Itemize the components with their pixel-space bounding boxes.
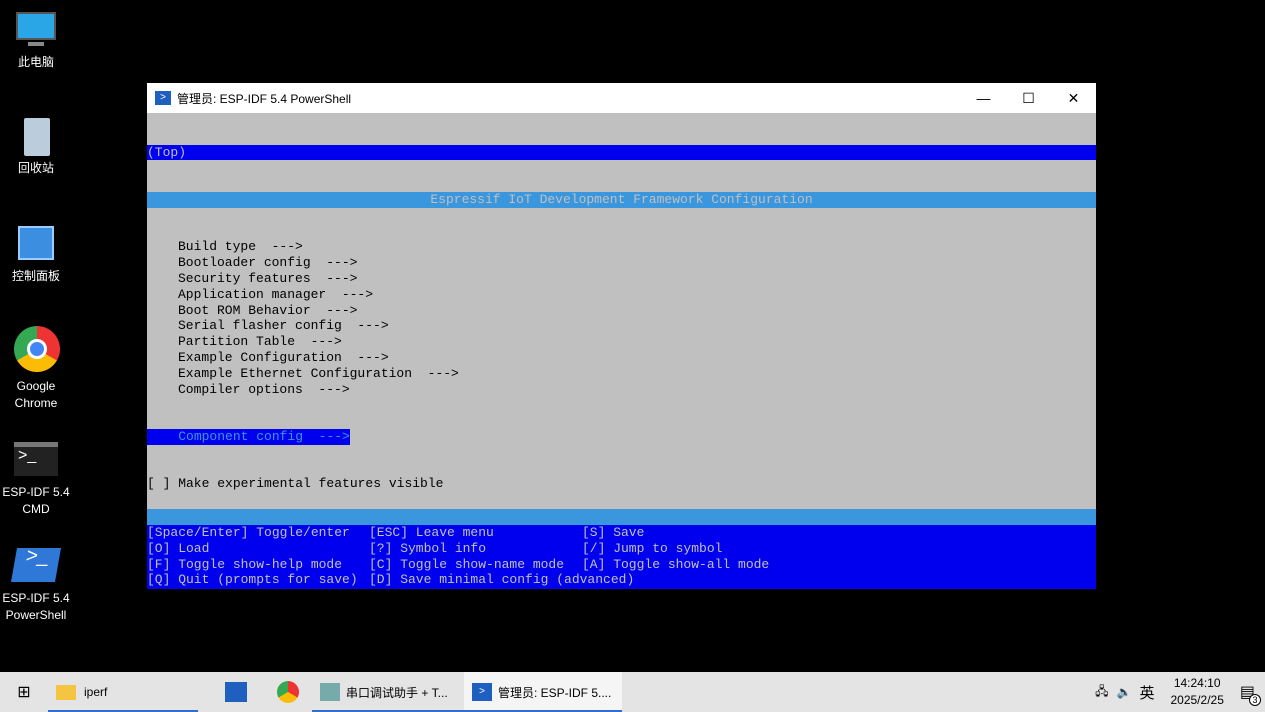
label: Google Chrome	[14, 379, 58, 410]
help-entry: [?] Symbol info	[369, 540, 487, 556]
help-entry: [F] Toggle show-help mode	[147, 556, 343, 572]
cmd-icon: >_	[14, 440, 58, 480]
help-panel: [Space/Enter] Toggle/enter [ESC] Leave me…	[147, 525, 1096, 589]
chrome-icon	[14, 326, 60, 374]
powershell-window: > 管理员: ESP-IDF 5.4 PowerShell — ☐ ✕ (Top…	[147, 83, 1096, 589]
taskbar-item-iperf[interactable]: iperf	[48, 672, 198, 712]
title-bar: > 管理员: ESP-IDF 5.4 PowerShell — ☐ ✕	[147, 83, 1096, 113]
help-entry: [Space/Enter] Toggle/enter	[147, 525, 350, 540]
desktop-icon-control-panel[interactable]: 控制面板	[0, 224, 72, 285]
menu-item-selected[interactable]: Component config --->	[147, 428, 350, 445]
help-entry: [C] Toggle show-name mode	[369, 556, 565, 572]
menu-item[interactable]: Bootloader config --->	[147, 255, 1096, 271]
ime-indicator[interactable]: 英	[1139, 682, 1154, 703]
label: ESP-IDF 5.4 PowerShell	[2, 591, 70, 622]
desktop-icon-computer[interactable]: 此电脑	[0, 10, 72, 71]
help-entry: [A] Toggle show-all mode	[582, 556, 770, 572]
menu-item-selected-row[interactable]: Component config --->	[147, 428, 1096, 445]
chrome-icon	[277, 681, 299, 703]
windows-icon: ⊞	[17, 684, 31, 701]
recycle-bin-icon	[14, 116, 58, 156]
time: 14:24:10	[1173, 676, 1221, 690]
menu-item[interactable]: Partition Table --->	[147, 334, 1096, 350]
menu-item[interactable]: Build type --->	[147, 239, 1096, 255]
label: iperf	[84, 685, 108, 699]
label: 回收站	[17, 161, 54, 175]
help-entry: [Q] Quit (prompts for save)	[147, 572, 358, 588]
help-entry: [D] Save minimal config (advanced)	[369, 572, 635, 588]
menu-item[interactable]: Boot ROM Behavior --->	[147, 303, 1096, 319]
menuconfig-terminal[interactable]: (Top) Espressif IoT Development Framewor…	[147, 113, 1096, 589]
taskbar-item-serial-tool[interactable]: 串口调试助手 + T...	[312, 672, 464, 712]
help-entry: [S] Save	[582, 525, 645, 540]
desktop-icon-chrome[interactable]: Google Chrome	[0, 326, 72, 412]
taskbar-chrome[interactable]	[264, 672, 312, 712]
powershell-icon: >	[155, 91, 171, 105]
computer-icon	[14, 10, 58, 50]
store-icon	[225, 682, 247, 702]
help-entry: [/] Jump to symbol	[582, 540, 723, 556]
powershell-icon: >_	[11, 545, 61, 586]
label: ESP-IDF 5.4 CMD	[2, 485, 70, 516]
folder-icon	[56, 684, 76, 700]
label: Component config --->	[178, 428, 350, 444]
date: 2025/2/25	[1170, 693, 1224, 707]
help-row: [O] Load [?] Symbol info [/] Jump to symbo…	[147, 541, 1096, 557]
start-button[interactable]: ⊞	[0, 672, 48, 712]
help-row: [Space/Enter] Toggle/enter [ESC] Leave me…	[147, 525, 1096, 541]
breadcrumb: (Top)	[147, 144, 1096, 161]
clock[interactable]: 14:24:10 2025/2/25	[1170, 675, 1223, 709]
volume-icon[interactable]: 🔈	[1117, 685, 1132, 699]
taskbar: ⊞ iperf 串口调试助手 + T... > 管理员: ESP-IDF 5...…	[0, 672, 1265, 712]
help-row: [F] Toggle show-help mode [C] Toggle show…	[147, 557, 1096, 573]
network-tray-icon[interactable]: 🖧	[1095, 682, 1108, 703]
menu-item[interactable]: Security features --->	[147, 271, 1096, 287]
desktop-icon-cmd[interactable]: >_ ESP-IDF 5.4 CMD	[0, 440, 72, 518]
serial-tool-icon	[320, 683, 340, 701]
menu-item[interactable]: Example Ethernet Configuration --->	[147, 366, 1096, 382]
menu-item[interactable]: Example Configuration --->	[147, 350, 1096, 366]
maximize-button[interactable]: ☐	[1006, 90, 1051, 107]
window-title: 管理员: ESP-IDF 5.4 PowerShell	[177, 91, 352, 106]
label: 管理员: ESP-IDF 5....	[498, 685, 612, 700]
minimize-button[interactable]: —	[961, 90, 1006, 107]
powershell-icon: >	[472, 683, 492, 701]
help-entry: [O] Load	[147, 540, 210, 556]
taskbar-store[interactable]	[208, 672, 264, 712]
label: 控制面板	[11, 269, 60, 283]
menu-item[interactable]: Compiler options --->	[147, 382, 1096, 398]
desktop-icon-powershell[interactable]: >_ ESP-IDF 5.4 PowerShell	[0, 545, 72, 624]
menu-item[interactable]: Serial flasher config --->	[147, 318, 1096, 334]
control-panel-icon	[14, 224, 58, 264]
menu-item[interactable]: Application manager --->	[147, 287, 1096, 303]
help-row: [Q] Quit (prompts for save) [D] Save mini…	[147, 572, 1096, 588]
close-button[interactable]: ✕	[1051, 90, 1096, 107]
notification-center-icon[interactable]: ▤ 3	[1240, 682, 1261, 706]
separator-bar	[147, 509, 1096, 525]
label: 串口调试助手 + T...	[346, 685, 448, 700]
notification-count: 3	[1249, 694, 1261, 706]
menu-header: Espressif IoT Development Framework Conf…	[147, 191, 1096, 208]
desktop-icon-recycle-bin[interactable]: 回收站	[0, 116, 72, 177]
experimental-features-checkbox[interactable]: [ ] Make experimental features visible	[147, 476, 1096, 492]
help-entry: [ESC] Leave menu	[369, 525, 494, 540]
taskbar-item-powershell[interactable]: > 管理员: ESP-IDF 5....	[464, 672, 622, 712]
label: 此电脑	[17, 55, 54, 69]
